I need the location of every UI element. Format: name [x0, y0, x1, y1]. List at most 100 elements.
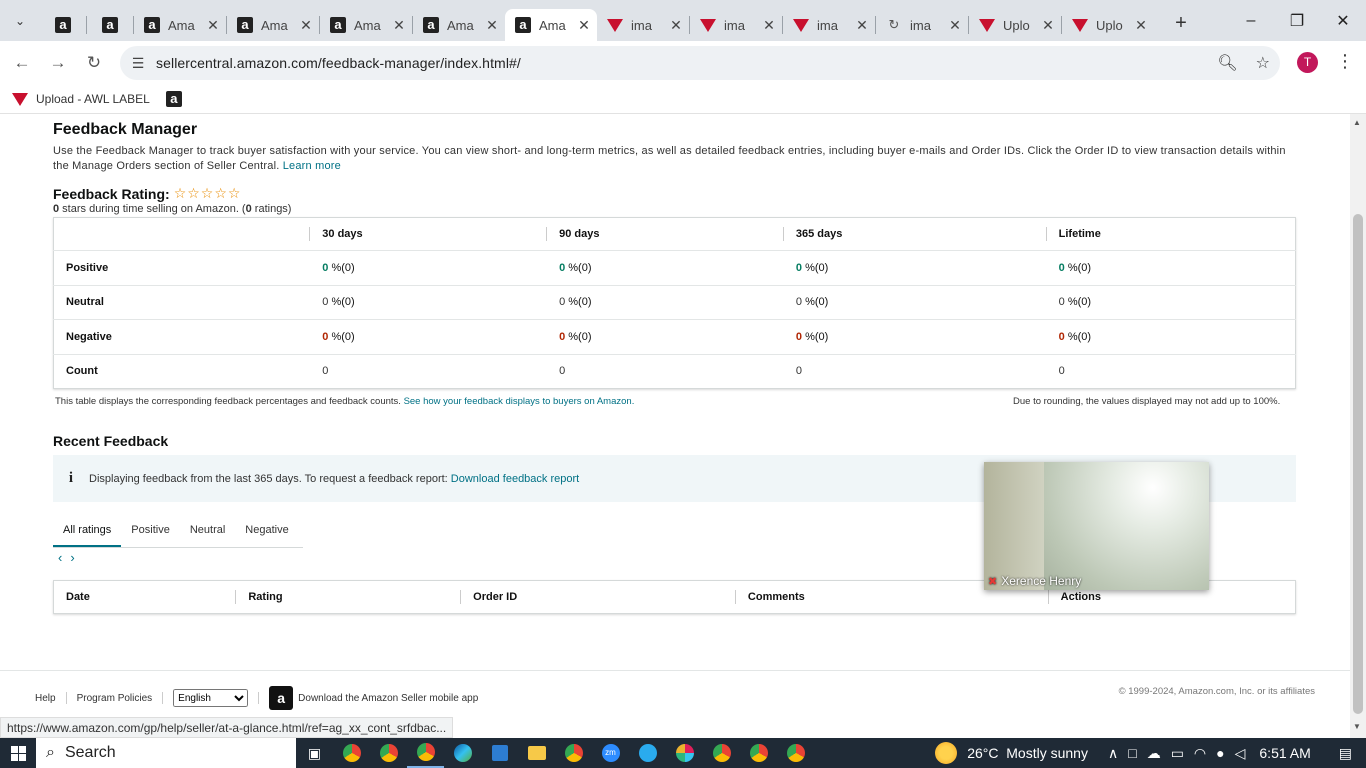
- slack-icon[interactable]: [666, 738, 703, 768]
- close-tab-icon[interactable]: ✕: [669, 17, 683, 34]
- video-call-overlay[interactable]: ✖ Xerence Henry: [984, 462, 1209, 590]
- weather-text[interactable]: 26°C Mostly sunny: [967, 745, 1088, 761]
- clock[interactable]: 6:51 AM: [1259, 745, 1310, 761]
- page-scrollbar[interactable]: ▲ ▼: [1350, 114, 1366, 738]
- bookmark-amazon[interactable]: a: [165, 91, 182, 107]
- close-window-button[interactable]: ✕: [1320, 0, 1366, 41]
- telegram-icon[interactable]: [629, 738, 666, 768]
- browser-tab[interactable]: ima ✕: [597, 9, 689, 41]
- chrome-icon[interactable]: [407, 738, 444, 768]
- column-divider: [460, 590, 462, 604]
- back-button[interactable]: ←: [4, 45, 40, 81]
- browser-tab[interactable]: Uplo ✕: [1062, 9, 1154, 41]
- wifi-icon[interactable]: ◠: [1194, 745, 1206, 762]
- chevron-right-icon[interactable]: ›: [70, 550, 82, 565]
- filter-tab[interactable]: Positive: [121, 516, 180, 547]
- browser-tab[interactable]: Uplo ✕: [969, 9, 1061, 41]
- cell-suffix: %(0): [565, 330, 592, 343]
- onedrive-icon[interactable]: ☁: [1147, 745, 1161, 762]
- browser-tab[interactable]: ima ✕: [783, 9, 875, 41]
- chrome-icon[interactable]: [740, 738, 777, 768]
- bookmark-awl[interactable]: Upload - AWL LABEL: [12, 92, 150, 106]
- column-divider: [235, 590, 237, 604]
- close-tab-icon[interactable]: ✕: [948, 17, 962, 34]
- download-app-link[interactable]: Download the Amazon Seller mobile app: [298, 693, 478, 704]
- language-select[interactable]: English: [173, 689, 249, 707]
- close-tab-icon[interactable]: ✕: [485, 17, 499, 34]
- filter-tab[interactable]: All ratings: [53, 516, 122, 547]
- chevron-up-icon[interactable]: ∧: [1108, 745, 1118, 762]
- tab-search-button[interactable]: ⌄: [0, 0, 40, 41]
- learn-more-link[interactable]: Learn more: [283, 160, 341, 172]
- zoom-icon[interactable]: 🔍︎: [1217, 53, 1237, 73]
- notifications-icon[interactable]: ▤: [1339, 745, 1352, 762]
- help-link[interactable]: Help: [35, 693, 56, 704]
- close-tab-icon[interactable]: ✕: [762, 17, 776, 34]
- browser-tab[interactable]: a: [87, 9, 133, 41]
- profile-avatar[interactable]: T: [1297, 52, 1318, 73]
- windows-icon: [10, 745, 26, 761]
- close-tab-icon[interactable]: ✕: [1041, 17, 1055, 34]
- download-feedback-report-link[interactable]: Download feedback report: [451, 473, 579, 485]
- tab-title: ima: [910, 17, 931, 33]
- row-label: Negative: [53, 319, 311, 354]
- volume-icon[interactable]: ◁: [1235, 745, 1246, 762]
- see-how-feedback-link[interactable]: See how your feedback displays to buyers…: [404, 396, 635, 407]
- file-explorer-icon[interactable]: [518, 738, 555, 768]
- column-header[interactable]: Rating: [235, 581, 461, 614]
- battery-icon[interactable]: ▭: [1171, 745, 1184, 762]
- mic-icon[interactable]: ●: [1216, 745, 1224, 761]
- bookmark-star-icon[interactable]: ☆: [1256, 53, 1270, 73]
- restore-button[interactable]: ❐: [1274, 0, 1320, 41]
- close-tab-icon[interactable]: ✕: [392, 17, 406, 34]
- scroll-up-icon[interactable]: ▲: [1353, 118, 1361, 127]
- close-tab-icon[interactable]: ✕: [855, 17, 869, 34]
- column-header-label: Actions: [1060, 590, 1101, 603]
- close-tab-icon[interactable]: ✕: [577, 17, 591, 34]
- new-tab-button[interactable]: +: [1166, 12, 1196, 35]
- chrome-icon[interactable]: [555, 738, 592, 768]
- minimize-button[interactable]: –: [1228, 0, 1274, 41]
- browser-tab[interactable]: a Ama ✕: [320, 9, 412, 41]
- program-policies-link[interactable]: Program Policies: [77, 693, 153, 704]
- meet-now-icon[interactable]: □: [1128, 745, 1136, 761]
- filter-tab[interactable]: Negative: [235, 516, 298, 547]
- site-info-icon[interactable]: ☰: [120, 55, 156, 72]
- cell-suffix: %(0): [802, 261, 829, 274]
- browser-tab[interactable]: a Ama ✕: [413, 9, 505, 41]
- chrome-icon[interactable]: [703, 738, 740, 768]
- close-tab-icon[interactable]: ✕: [299, 17, 313, 34]
- browser-tab[interactable]: ima ✕: [690, 9, 782, 41]
- browser-tab[interactable]: a Ama ✕: [227, 9, 319, 41]
- browser-tab[interactable]: a: [40, 9, 86, 41]
- store-icon[interactable]: [481, 738, 518, 768]
- browser-tab[interactable]: ↻ ima ✕: [876, 9, 968, 41]
- close-tab-icon[interactable]: ✕: [1134, 17, 1148, 34]
- address-bar[interactable]: ☰ sellercentral.amazon.com/feedback-mana…: [120, 46, 1280, 80]
- filter-tab[interactable]: Neutral: [180, 516, 235, 547]
- menu-kebab-icon[interactable]: ⋮: [1336, 51, 1354, 72]
- tab-strip: ⌄ a a a Ama ✕ a Ama ✕ a Ama ✕ a Ama ✕ a Ama ✕ ima ✕ ima ✕ ima…: [0, 0, 1366, 41]
- zoom-app-icon[interactable]: zm: [592, 738, 629, 768]
- chrome-icon[interactable]: [777, 738, 814, 768]
- chrome-icon[interactable]: [370, 738, 407, 768]
- column-header[interactable]: Order ID: [460, 581, 736, 614]
- task-view-icon[interactable]: ▣: [296, 738, 333, 768]
- close-tab-icon[interactable]: ✕: [206, 17, 220, 34]
- column-header[interactable]: Date: [54, 581, 237, 614]
- start-button[interactable]: [0, 738, 36, 768]
- chevron-left-icon[interactable]: ‹: [58, 550, 70, 565]
- scroll-thumb[interactable]: [1353, 214, 1363, 714]
- forward-button[interactable]: →: [40, 45, 76, 81]
- edge-icon[interactable]: [444, 738, 481, 768]
- browser-tab[interactable]: a Ama ✕: [505, 9, 597, 41]
- rating-summary-text: stars during time selling on Amazon. (: [59, 203, 246, 215]
- url-text[interactable]: sellercentral.amazon.com/feedback-manage…: [156, 55, 521, 71]
- browser-tab[interactable]: a Ama ✕: [134, 9, 226, 41]
- chrome-icon[interactable]: [333, 738, 370, 768]
- scroll-down-icon[interactable]: ▼: [1353, 722, 1361, 731]
- feedback-metrics-table: 30 days 90 days 365 days Lifetime Positive 0 …: [53, 217, 1296, 389]
- reload-button[interactable]: ↻: [76, 45, 112, 81]
- cell-suffix: %(0): [1064, 330, 1092, 343]
- taskbar-search[interactable]: ⌕ Search: [36, 738, 296, 768]
